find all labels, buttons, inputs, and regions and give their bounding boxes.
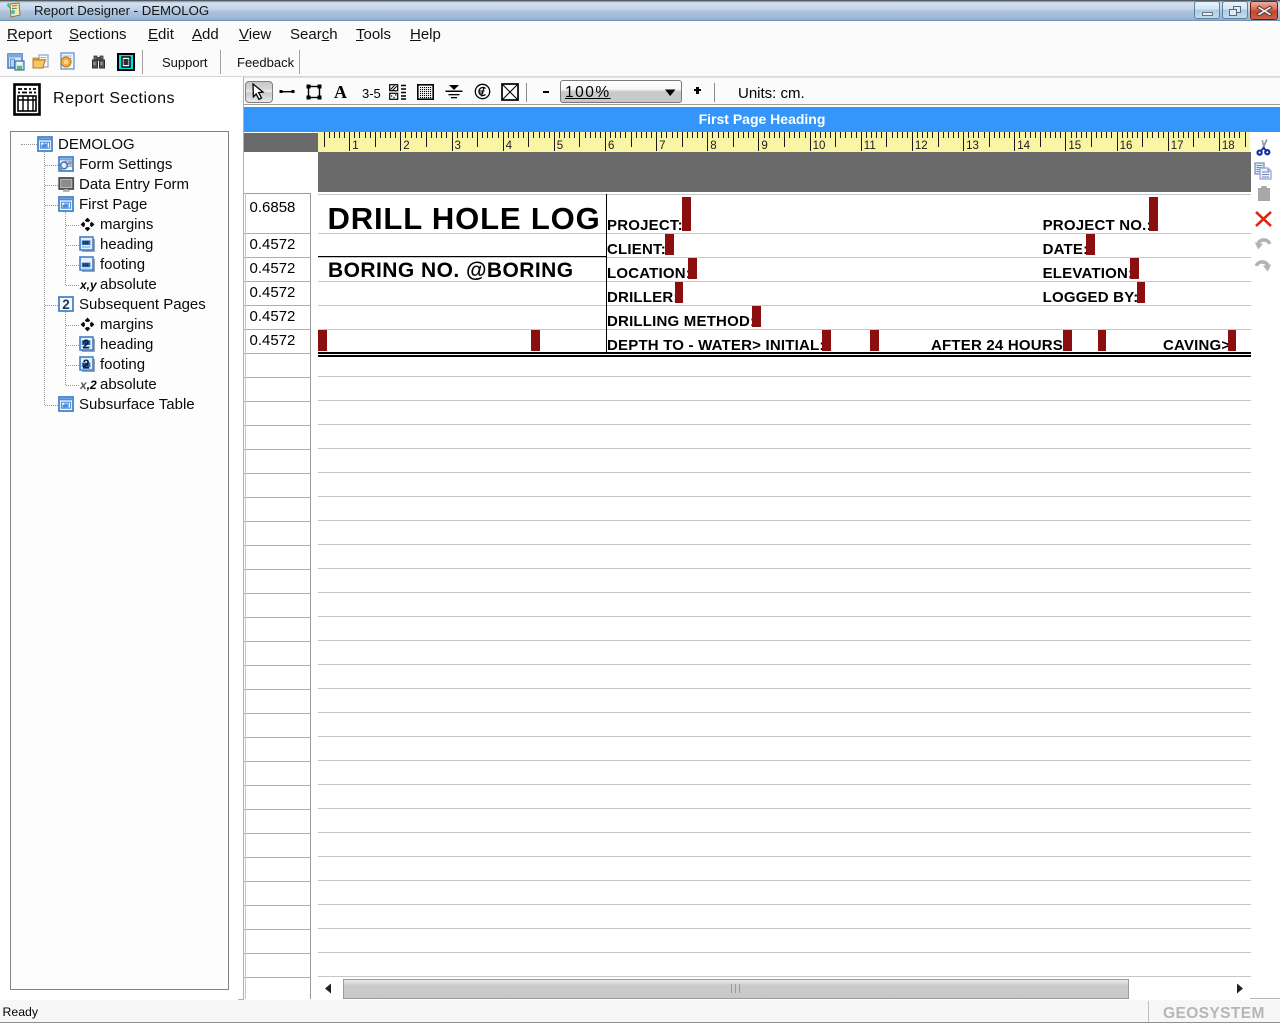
svg-text:2: 2 <box>83 357 90 371</box>
svg-text:2: 2 <box>62 297 70 312</box>
svg-text:2: 2 <box>83 337 90 351</box>
